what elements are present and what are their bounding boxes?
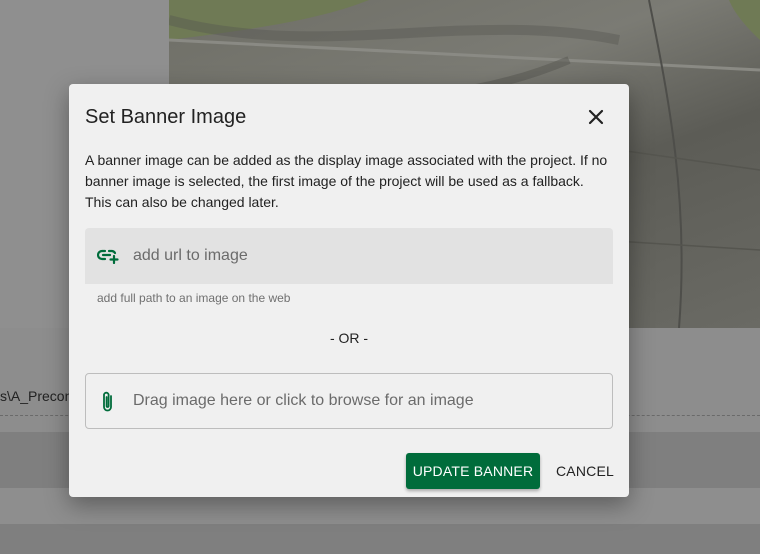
update-banner-button[interactable]: UPDATE BANNER — [406, 453, 540, 489]
background-path-text: s\A_Precon — [0, 388, 73, 404]
link-add-icon — [96, 246, 119, 269]
or-separator: - OR - — [329, 330, 369, 346]
dialog-description: A banner image can be added as the displ… — [85, 152, 608, 210]
paperclip-icon — [100, 390, 116, 419]
image-url-input[interactable] — [133, 228, 603, 284]
set-banner-dialog: Set Banner Image A banner image can be a… — [69, 84, 629, 497]
dialog-title: Set Banner Image — [85, 106, 247, 128]
url-hint: add full path to an image on the web — [97, 291, 291, 305]
background-row — [0, 524, 760, 554]
cancel-button[interactable]: CANCEL — [549, 453, 621, 489]
close-button[interactable] — [583, 104, 609, 130]
drop-zone-label: Drag image here or click to browse for a… — [133, 392, 474, 409]
url-field[interactable] — [85, 228, 613, 284]
image-drop-zone[interactable]: Drag image here or click to browse for a… — [85, 373, 613, 429]
close-icon — [588, 109, 604, 125]
